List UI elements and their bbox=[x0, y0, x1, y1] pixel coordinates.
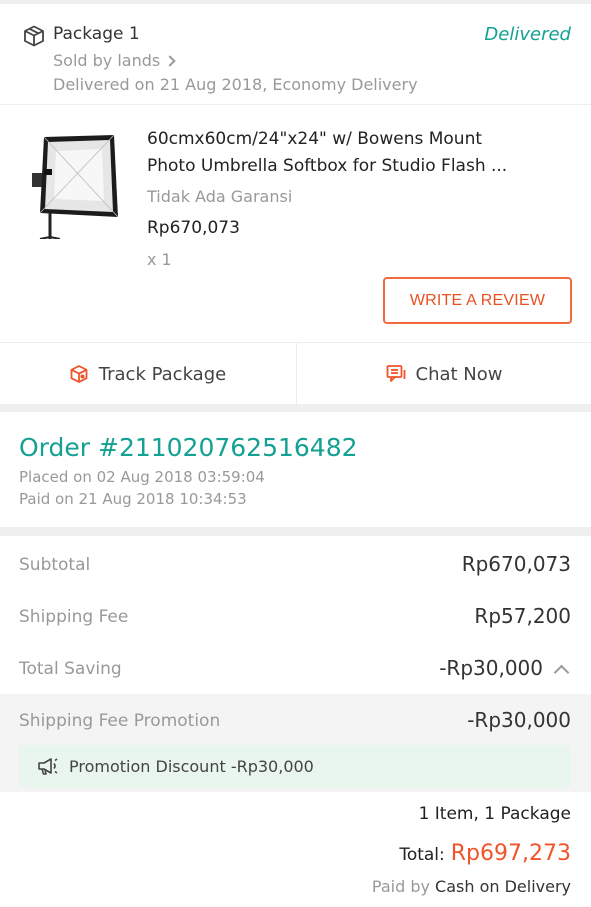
package-box-icon bbox=[24, 25, 44, 47]
total-label: Total: bbox=[399, 845, 445, 865]
paid-by-label: Paid by bbox=[371, 877, 430, 896]
chevron-up-icon[interactable] bbox=[553, 664, 570, 681]
product-title-line: Photo Umbrella Softbox for Studio Flash … bbox=[147, 156, 508, 176]
discount-text: Promotion Discount -Rp30,000 bbox=[69, 756, 314, 776]
warranty-text: Tidak Ada Garansi bbox=[147, 187, 293, 206]
product-price: Rp670,073 bbox=[147, 218, 240, 238]
shipping-row: Shipping Fee Rp57,200 bbox=[0, 591, 591, 643]
total-saving-row[interactable]: Total Saving -Rp30,000 bbox=[0, 643, 591, 695]
shipping-label: Shipping Fee bbox=[19, 607, 129, 627]
product-quantity: x 1 bbox=[147, 250, 172, 269]
product-image[interactable] bbox=[18, 129, 126, 239]
promotion-discount-banner: Promotion Discount -Rp30,000 bbox=[19, 745, 571, 787]
items-count: 1 Item, 1 Package bbox=[418, 804, 571, 824]
promo-label: Shipping Fee Promotion bbox=[19, 711, 221, 731]
package-card: Package 1 Delivered Sold by lands Delive… bbox=[0, 4, 591, 405]
total-amount: Rp697,273 bbox=[450, 841, 571, 866]
order-detail-page: Package 1 Delivered Sold by lands Delive… bbox=[0, 0, 591, 907]
subtotal-value: Rp670,073 bbox=[461, 552, 571, 576]
order-total: Total: Rp697,273 bbox=[399, 841, 571, 866]
payment-method: Paid by Cash on Delivery bbox=[372, 877, 571, 896]
product-title[interactable]: 60cmx60cm/24"x24" w/ Bowens Mount Photo … bbox=[147, 126, 567, 180]
payment-summary: Subtotal Rp670,073 Shipping Fee Rp57,200… bbox=[0, 536, 591, 907]
package-title: Package 1 bbox=[53, 24, 140, 44]
delivery-info: Delivered on 21 Aug 2018, Economy Delive… bbox=[53, 75, 418, 94]
seller-label: Sold by lands bbox=[53, 51, 161, 70]
shipping-value: Rp57,200 bbox=[474, 604, 571, 628]
promo-value: -Rp30,000 bbox=[467, 708, 571, 732]
paid-date: Paid on 21 Aug 2018 10:34:53 bbox=[19, 490, 247, 508]
track-package-button[interactable]: Track Package bbox=[0, 343, 295, 405]
chat-now-label: Chat Now bbox=[415, 363, 503, 385]
placed-date: Placed on 02 Aug 2018 03:59:04 bbox=[19, 468, 265, 486]
package-actions: Track Package Chat Now bbox=[0, 342, 591, 405]
chat-icon bbox=[386, 365, 405, 382]
chevron-right-icon bbox=[164, 54, 176, 67]
track-package-icon bbox=[70, 365, 88, 383]
payment-method-name: Cash on Delivery bbox=[435, 877, 571, 896]
saving-label: Total Saving bbox=[19, 659, 122, 679]
chat-now-button[interactable]: Chat Now bbox=[296, 343, 591, 405]
product-title-line: 60cmx60cm/24"x24" w/ Bowens Mount bbox=[147, 129, 483, 149]
subtotal-row: Subtotal Rp670,073 bbox=[0, 539, 591, 591]
promotion-details: Shipping Fee Promotion -Rp30,000 Promoti… bbox=[0, 694, 591, 792]
order-number: Order #211020762516482 bbox=[19, 433, 358, 462]
order-card: Order #211020762516482 Placed on 02 Aug … bbox=[0, 412, 591, 527]
divider bbox=[0, 104, 591, 105]
saving-value: -Rp30,000 bbox=[439, 656, 543, 680]
track-package-label: Track Package bbox=[98, 363, 227, 385]
delivery-status: Delivered bbox=[484, 24, 571, 45]
subtotal-label: Subtotal bbox=[19, 555, 91, 575]
megaphone-icon bbox=[38, 758, 58, 775]
write-review-button[interactable]: WRITE A REVIEW bbox=[383, 277, 572, 324]
seller-link[interactable]: Sold by lands bbox=[53, 51, 176, 70]
package-header: Package 1 Delivered Sold by lands Delive… bbox=[0, 4, 591, 104]
